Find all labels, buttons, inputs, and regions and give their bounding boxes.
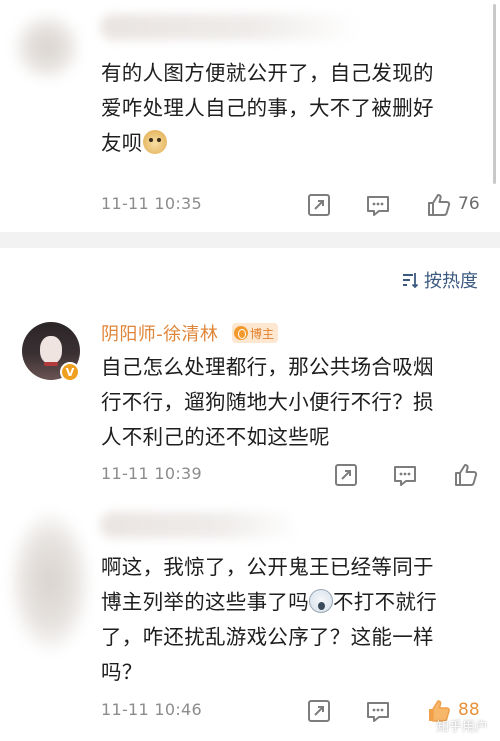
comment-time: 11-11 10:35 (101, 194, 202, 213)
blurred-avatar[interactable] (10, 512, 90, 652)
sort-icon (400, 270, 420, 290)
comment-meta: 11-11 10:46 88 (101, 698, 486, 726)
blurred-username (100, 14, 360, 40)
section-divider (0, 232, 500, 248)
like-icon[interactable] (426, 192, 452, 218)
blurred-avatar[interactable] (14, 14, 80, 80)
shocked-emoji-icon (309, 589, 333, 613)
watermark: 知乎用户 (435, 720, 488, 735)
comment-username[interactable]: 阴阳师-徐清林 (101, 320, 218, 346)
comment-line: 爱咋处理人自己的事，大不了被删好 (101, 96, 434, 120)
comment-line: 友呗 (101, 131, 143, 155)
share-icon[interactable] (306, 192, 332, 218)
comment-line: 有的人图方便就公开了，自己发现的 (101, 61, 434, 85)
comment-line: 博主列举的这些事了吗 (101, 590, 309, 614)
doge-emoji-icon (142, 130, 167, 154)
blogger-badge: 博主 (232, 323, 279, 343)
comment-time: 11-11 10:39 (101, 464, 202, 483)
comment-line: 行不行，遛狗随地大小便行不行？损 (101, 390, 434, 414)
sort-by-hot-button[interactable]: 按热度 (400, 266, 478, 294)
comment-line: 自己怎么处理都行，那公共场合吸烟 (101, 355, 434, 379)
comment-line: 啊这，我惊了，公开鬼王已经等同于 (101, 555, 434, 579)
comment-line: 人不利己的还不如这些呢 (101, 425, 330, 449)
share-icon[interactable] (333, 462, 359, 488)
comment-meta: 11-11 10:39 (101, 462, 486, 490)
comment-text: 自己怎么处理都行，那公共场合吸烟 行不行，遛狗随地大小便行不行？损 人不利己的还… (101, 350, 486, 455)
comment-line: 不打不就行 (333, 590, 437, 614)
like-icon[interactable] (453, 462, 479, 488)
reply-icon[interactable] (392, 462, 418, 488)
sort-label: 按热度 (424, 271, 478, 292)
v-badge-icon: V (60, 362, 80, 382)
blogger-badge-label: 博主 (250, 326, 275, 341)
reply-icon[interactable] (365, 698, 391, 724)
blogger-badge-icon (234, 326, 248, 340)
comment-text: 啊这，我惊了，公开鬼王已经等同于 博主列举的这些事了吗 不打不就行 了，咋还扰乱游… (101, 550, 486, 690)
reply-icon[interactable] (365, 192, 391, 218)
scrollbar[interactable] (493, 4, 496, 184)
comment-meta: 11-11 10:35 76 (101, 192, 486, 220)
comment-text: 有的人图方便就公开了，自己发现的 爱咋处理人自己的事，大不了被删好 友呗 (101, 56, 486, 161)
comment-line: 了，咋还扰乱游戏公序了？这能一样 (101, 625, 434, 649)
blurred-username (100, 512, 300, 538)
like-count: 76 (458, 194, 480, 214)
comment-line: 吗？ (101, 660, 143, 684)
comment-time: 11-11 10:46 (101, 700, 202, 719)
share-icon[interactable] (306, 698, 332, 724)
